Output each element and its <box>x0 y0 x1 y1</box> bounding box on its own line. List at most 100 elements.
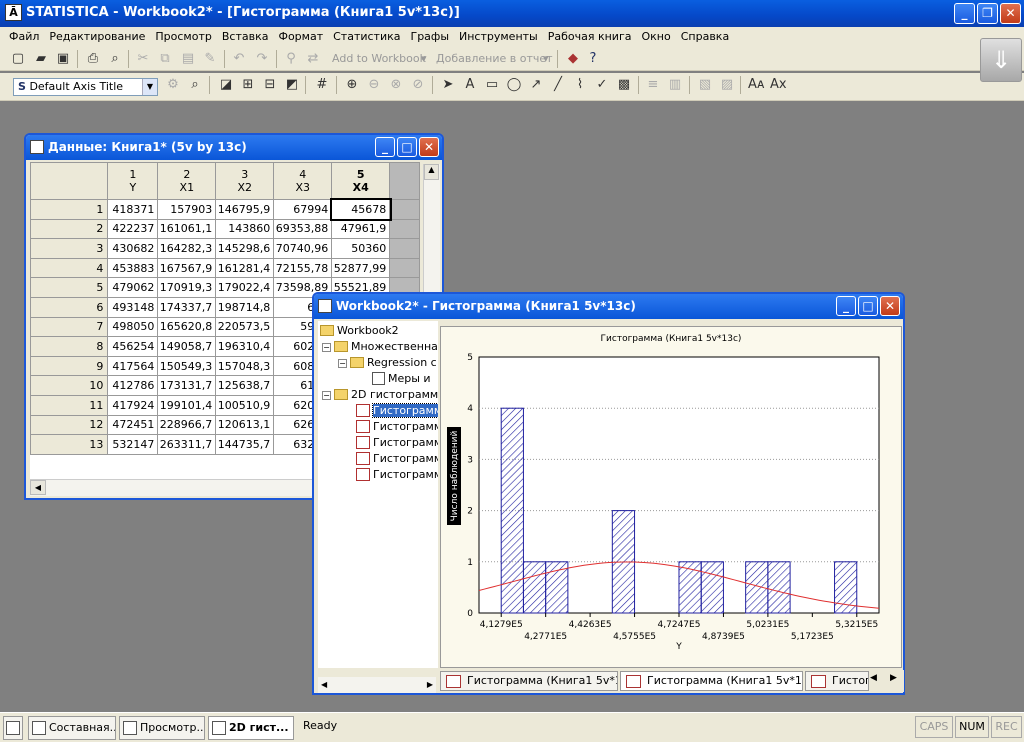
table-cell[interactable]: 50360 <box>331 238 391 259</box>
table-row[interactable]: 2 422237 161061,1 143860 69353,88 47961,9 <box>30 218 420 240</box>
taskbar-item-2d-histogram[interactable]: 2D гист... <box>208 716 294 740</box>
table-cell[interactable]: 144735,7 <box>215 434 275 455</box>
table-cell[interactable]: 45678 <box>329 197 392 222</box>
new-file-icon[interactable]: ▢ <box>10 51 26 67</box>
zoom-graph-icon[interactable]: ⌕ <box>187 77 203 93</box>
table-cell[interactable]: 430682 <box>107 238 159 259</box>
tree-scroll-right-icon[interactable]: ▶ <box>427 680 433 689</box>
mdi-restore-icon[interactable]: ⇓ <box>980 38 1022 82</box>
table-cell[interactable]: 498050 <box>107 316 159 338</box>
table-cell[interactable]: 228966,7 <box>157 414 217 436</box>
wb-minimize-button[interactable]: _ <box>836 296 856 316</box>
table-cell[interactable]: 417564 <box>107 355 159 377</box>
table-cell[interactable]: 479062 <box>107 277 159 298</box>
table-cell[interactable]: 198714,8 <box>215 296 275 318</box>
tree-node-workbook[interactable]: Workbook2 <box>320 323 399 339</box>
table-cell[interactable]: 453883 <box>107 257 159 279</box>
table-cell[interactable]: 120613,1 <box>215 414 275 436</box>
add-to-workbook-button[interactable]: Add to Workbook <box>332 52 426 65</box>
menu-format[interactable]: Формат <box>273 27 328 47</box>
axis-title-combo[interactable]: S Default Axis Title ▼ <box>13 78 158 96</box>
axis-font-icon[interactable]: Ax <box>770 77 787 93</box>
table-cell[interactable]: 493148 <box>107 296 159 318</box>
scroll-up-icon[interactable]: ▲ <box>424 164 439 180</box>
table-cell[interactable]: 167567,9 <box>157 257 217 279</box>
data-minimize-button[interactable]: _ <box>375 137 395 157</box>
row-header[interactable]: 7 <box>30 316 109 338</box>
table-cell[interactable]: 67994 <box>273 199 333 220</box>
close-button[interactable]: ✕ <box>1000 3 1021 24</box>
arrow-tool-icon[interactable]: ↗ <box>528 77 544 93</box>
table-cell[interactable]: 69353,88 <box>273 218 333 240</box>
pointer-icon[interactable]: ➤ <box>440 77 456 93</box>
table-cell[interactable]: 418371 <box>107 199 159 220</box>
tab-scroll-right-icon[interactable]: ▶ <box>890 673 897 683</box>
rectangle-tool-icon[interactable]: ▭ <box>484 77 500 93</box>
taskbar-start-icon[interactable] <box>3 716 23 740</box>
menu-edit[interactable]: Редактирование <box>44 27 150 47</box>
table-cell[interactable]: 170919,3 <box>157 277 217 298</box>
table-cell[interactable]: 199101,4 <box>157 394 217 416</box>
font-size-icon[interactable]: Aᴀ <box>748 77 765 93</box>
graph-data-icon[interactable]: ⊞ <box>240 77 256 93</box>
paste-icon[interactable]: ▤ <box>180 51 196 67</box>
column-header-x2[interactable]: 3 X2 <box>215 162 275 200</box>
collapse-icon[interactable]: − <box>322 391 331 400</box>
menu-tools[interactable]: Инструменты <box>454 27 543 47</box>
tab-histogram-3[interactable]: Гистогр <box>805 671 869 691</box>
menu-insert[interactable]: Вставка <box>217 27 274 47</box>
wb-close-button[interactable]: ✕ <box>880 296 900 316</box>
table-cell[interactable]: 174337,7 <box>157 296 217 318</box>
zoom-reset-icon[interactable]: ⊗ <box>388 77 404 93</box>
print-preview-icon[interactable]: ⌕ <box>107 51 123 67</box>
tree-node-histogram-4[interactable]: Гистограмм <box>356 451 438 467</box>
graph-fit-icon[interactable]: ◪ <box>218 77 234 93</box>
table-cell[interactable]: 150549,3 <box>157 355 217 377</box>
collapse-icon[interactable]: − <box>322 343 331 352</box>
menu-workbook[interactable]: Рабочая книга <box>543 27 637 47</box>
print-icon[interactable]: ⎙ <box>85 51 101 67</box>
table-cell[interactable]: 263311,7 <box>157 434 217 455</box>
undo-icon[interactable]: ↶ <box>231 51 247 67</box>
replace-icon[interactable]: ⇄ <box>305 51 321 67</box>
data-close-button[interactable]: ✕ <box>419 137 439 157</box>
tree-node-histogram-5[interactable]: Гистограмм <box>356 467 438 483</box>
tree-scroll-left-icon[interactable]: ◀ <box>321 680 327 689</box>
table-cell[interactable]: 52877,99 <box>331 257 391 279</box>
table-cell[interactable]: 161281,4 <box>215 257 275 279</box>
tab-histogram-1[interactable]: Гистограмма (Книга1 5v*13c) <box>440 671 618 691</box>
graph-link-icon[interactable]: ⊟ <box>262 77 278 93</box>
table-cell[interactable]: 143860 <box>215 218 275 240</box>
table-cell[interactable]: 456254 <box>107 336 159 357</box>
redo-icon[interactable]: ↷ <box>254 51 270 67</box>
zoom-pan-icon[interactable]: ⊘ <box>410 77 426 93</box>
table-cell[interactable]: 100510,9 <box>215 394 275 416</box>
menu-graphs[interactable]: Графы <box>405 27 454 47</box>
tree-node-histogram-3[interactable]: Гистограмм <box>356 435 438 451</box>
row-header[interactable]: 6 <box>30 296 109 318</box>
collapse-icon[interactable]: − <box>338 359 347 368</box>
table-cell[interactable]: 157048,3 <box>215 355 275 377</box>
save-icon[interactable]: ▣ <box>55 51 71 67</box>
table-cell[interactable]: 422237 <box>107 218 159 240</box>
zoom-out-icon[interactable]: ⊖ <box>366 77 382 93</box>
tree-horizontal-scrollbar[interactable]: ◀ ▶ <box>318 677 436 693</box>
column-header-x1[interactable]: 2 X1 <box>157 162 217 200</box>
histogram-graph[interactable]: Гистограмма (Книга1 5v*13c) 0 1 2 3 4 5 4,127… <box>440 326 902 668</box>
column-header-x3[interactable]: 4 X3 <box>273 162 333 200</box>
row-header[interactable]: 8 <box>30 336 109 357</box>
brush-dim-icon[interactable]: ▥ <box>667 77 683 93</box>
context-help-icon[interactable]: ? <box>585 51 601 67</box>
menu-help[interactable]: Справка <box>676 27 734 47</box>
line-tool-icon[interactable]: ╱ <box>550 77 566 93</box>
tab-histogram-2[interactable]: Гистограмма (Книга1 5v*13c) <box>620 671 803 691</box>
text-tool-icon[interactable]: A <box>462 77 478 93</box>
table-cell[interactable]: 412786 <box>107 375 159 396</box>
table-cell[interactable]: 173131,7 <box>157 375 217 396</box>
table-cell[interactable]: 47961,9 <box>331 218 391 240</box>
taskbar-item-composite[interactable]: Составная... <box>28 716 116 740</box>
data-maximize-button[interactable]: □ <box>397 137 417 157</box>
marker-tool-icon[interactable]: ✓ <box>594 77 610 93</box>
menu-file[interactable]: Файл <box>4 27 44 47</box>
find-icon[interactable]: ⚲ <box>283 51 299 67</box>
